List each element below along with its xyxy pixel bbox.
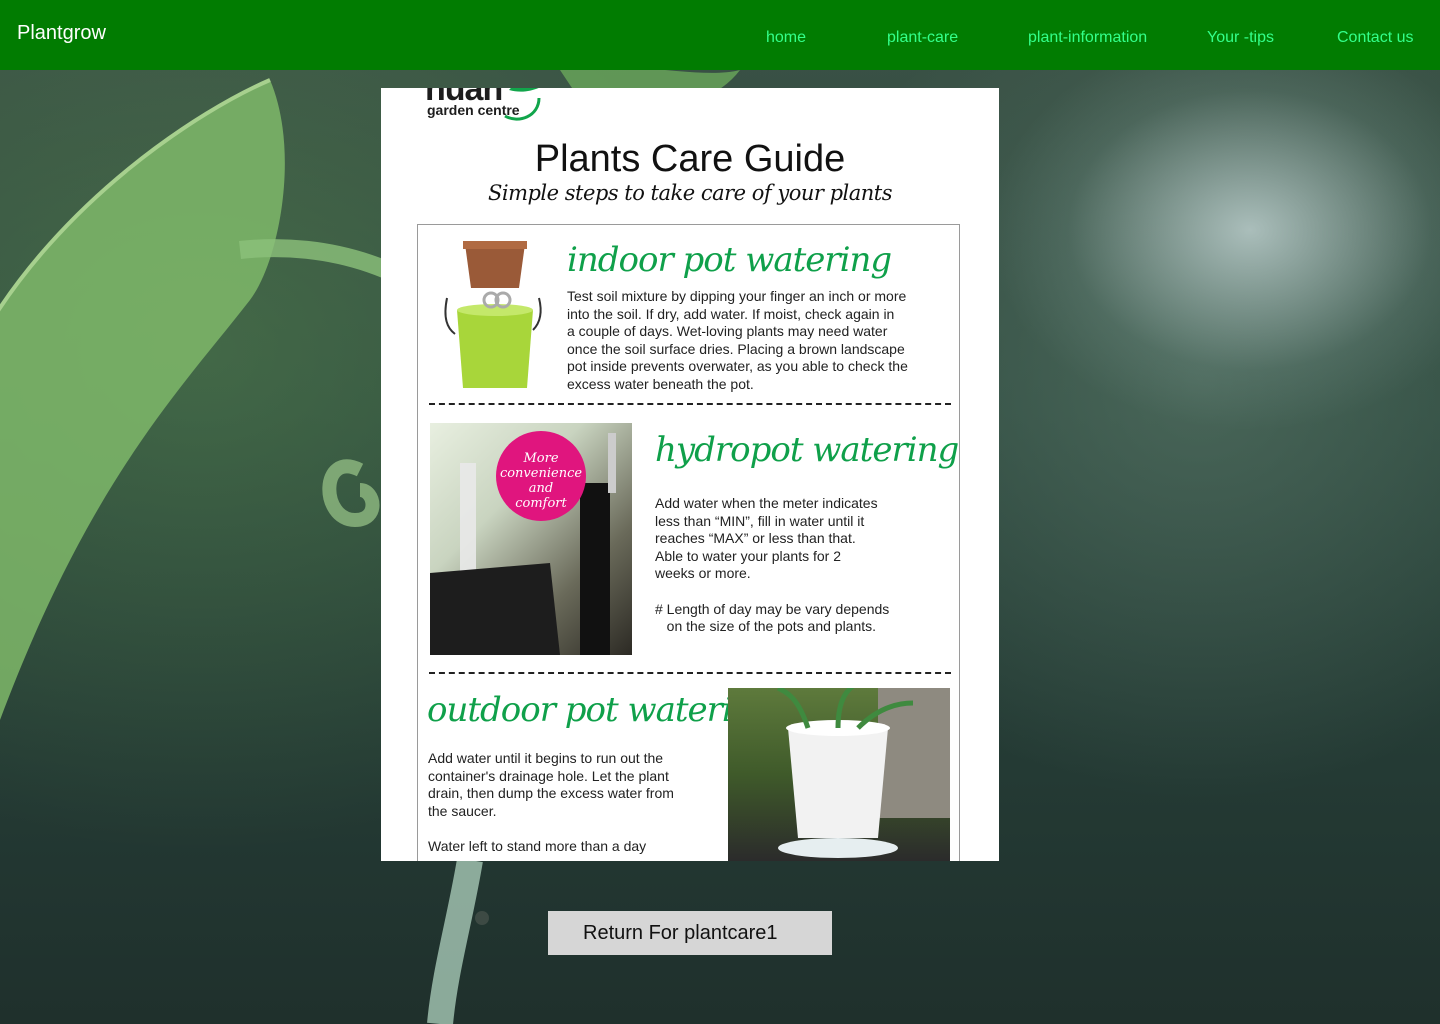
indoor-pot-watering-text: Test soil mixture by dipping your finger… <box>567 288 908 394</box>
text-line: Test soil mixture by dipping your finger… <box>567 288 907 304</box>
text-line: container's drainage hole. Let the plant <box>428 767 669 784</box>
text-line: Add water when the meter indicates <box>655 495 878 511</box>
badge-line: More <box>523 451 559 466</box>
text-line: Add water until it begins to run out the <box>428 750 664 766</box>
text-line: Able to water your plants for 2 <box>655 547 841 564</box>
text-line: Water left to stand more than a day <box>428 837 647 854</box>
text-line: pot inside prevents overwater, as you ab… <box>567 358 908 375</box>
text-line: a couple of days. Wet-loving plants may … <box>567 323 888 340</box>
text-line: on the size of the pots and plants. <box>655 618 877 635</box>
nav-plant-information-link[interactable]: plant-information <box>1028 29 1147 47</box>
nav-home-link[interactable]: home <box>766 29 806 47</box>
indoor-pot-watering-title: indoor pot watering <box>567 240 892 280</box>
nav-plant-care-link[interactable]: plant-care <box>887 29 958 47</box>
brand-logo[interactable]: Plantgrow <box>17 22 106 45</box>
badge-line: and <box>528 481 554 496</box>
outdoor-pot-image <box>728 688 950 861</box>
indoor-pot-image <box>444 241 542 388</box>
text-line: less than “MIN”, fill in water until it <box>655 512 865 529</box>
garden-centre-logo-subtitle: garden centre <box>427 102 520 118</box>
hydropot-image: More convenience and comfort <box>430 423 632 655</box>
convenience-badge: More convenience and comfort <box>496 451 586 511</box>
nav-contact-us-link[interactable]: Contact us <box>1337 29 1413 47</box>
text-line: weeks or more. <box>655 565 751 582</box>
text-line: reaches “MAX” or less than that. <box>655 530 856 547</box>
outdoor-pot-watering-text: Add water until it begins to run out the… <box>428 750 674 856</box>
text-line: excess water beneath the pot. <box>567 375 754 392</box>
navbar: Plantgrow home plant-care plant-informat… <box>0 0 1440 70</box>
section-divider <box>429 403 951 405</box>
nav-your-tips-link[interactable]: Your -tips <box>1207 29 1274 47</box>
text-line: into the soil. If dry, add water. If moi… <box>567 305 895 322</box>
return-plantcare1-button[interactable]: Return For plantcare1 <box>548 911 832 955</box>
guide-subtitle: Simple steps to take care of your plants <box>487 181 893 205</box>
outdoor-pot-illustration <box>776 688 950 858</box>
section-divider <box>429 672 951 674</box>
text-line: once the soil surface dries. Placing a b… <box>567 340 905 357</box>
text-line: the saucer. <box>428 802 497 819</box>
hydropot-watering-text: Add water when the meter indicates less … <box>655 495 889 636</box>
text-line <box>428 820 674 838</box>
text-line: drain, then dump the excess water from <box>428 785 674 802</box>
badge-line: comfort <box>515 496 567 511</box>
text-line <box>655 583 889 601</box>
badge-line: convenience <box>499 466 583 481</box>
plant-care-guide-image: nuan garden centre Plants Care Guide Sim… <box>381 88 999 861</box>
guide-title: Plants Care Guide <box>534 138 846 180</box>
text-line: # Length of day may be vary depends <box>655 600 890 617</box>
hydropot-watering-title: hydropot watering <box>655 430 959 470</box>
outdoor-pot-watering-title: outdoor pot watering <box>427 690 774 730</box>
